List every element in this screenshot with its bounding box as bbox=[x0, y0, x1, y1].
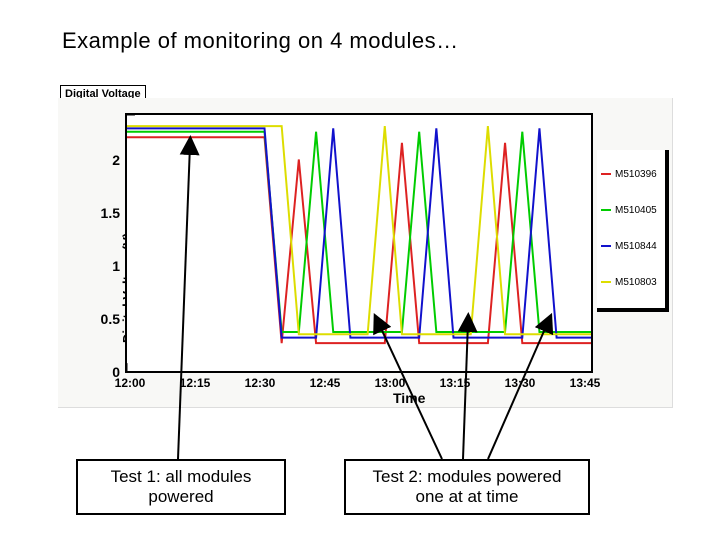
x-tick: 12:00 bbox=[110, 376, 150, 390]
y-tick: 1 bbox=[94, 258, 120, 274]
legend-swatch-icon bbox=[601, 245, 611, 247]
plot-area bbox=[125, 113, 593, 373]
legend-label: M510803 bbox=[615, 277, 657, 288]
x-tick: 13:00 bbox=[370, 376, 410, 390]
legend-swatch-icon bbox=[601, 209, 611, 211]
legend: M510396 M510405 M510844 M510803 bbox=[597, 150, 669, 312]
x-tick: 12:15 bbox=[175, 376, 215, 390]
legend-item: M510396 bbox=[601, 156, 661, 192]
chart-panel: Digital Voltage (V) 0 0.5 1 1.5 2 12:00 … bbox=[58, 98, 673, 408]
annotation-test1: Test 1: all modules powered bbox=[76, 459, 286, 515]
x-tick: 13:45 bbox=[565, 376, 605, 390]
y-tick: 1.5 bbox=[94, 205, 120, 221]
page-title: Example of monitoring on 4 modules… bbox=[62, 28, 459, 54]
x-tick: 12:45 bbox=[305, 376, 345, 390]
legend-label: M510405 bbox=[615, 205, 657, 216]
chart-svg bbox=[127, 115, 591, 371]
x-tick: 12:30 bbox=[240, 376, 280, 390]
x-tick: 13:30 bbox=[500, 376, 540, 390]
y-tick: 2 bbox=[94, 152, 120, 168]
x-tick: 13:15 bbox=[435, 376, 475, 390]
legend-item: M510405 bbox=[601, 192, 661, 228]
x-axis-label: Time bbox=[393, 390, 425, 406]
legend-label: M510844 bbox=[615, 241, 657, 252]
legend-item: M510803 bbox=[601, 264, 661, 300]
legend-swatch-icon bbox=[601, 281, 611, 283]
annotation-test2: Test 2: modules powered one at at time bbox=[344, 459, 590, 515]
legend-item: M510844 bbox=[601, 228, 661, 264]
legend-label: M510396 bbox=[615, 169, 657, 180]
y-tick: 0.5 bbox=[94, 311, 120, 327]
legend-swatch-icon bbox=[601, 173, 611, 175]
